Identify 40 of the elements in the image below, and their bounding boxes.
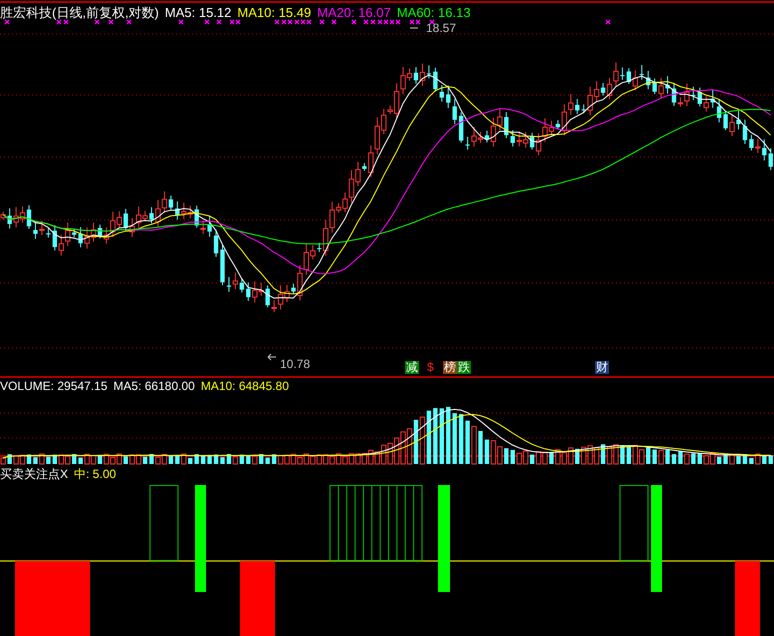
- candlestick: [246, 282, 250, 302]
- low-price-label: 10.78: [280, 357, 310, 371]
- candlestick: [214, 229, 218, 258]
- candlestick: [220, 244, 225, 286]
- candlestick: [433, 67, 438, 92]
- signal-tag: 财: [595, 361, 609, 374]
- candlestick: [646, 70, 650, 90]
- candlestick: [704, 96, 709, 112]
- candlestick: [317, 242, 322, 252]
- volume-legend-label: MA5: 66180.00: [113, 379, 195, 393]
- ma-legend-label: MA60: 16.13: [396, 5, 471, 20]
- low-pointer-arrow: [268, 354, 276, 360]
- candlestick: [640, 64, 644, 80]
- high-price-label: 18.57: [426, 21, 456, 35]
- candlestick: [698, 87, 702, 107]
- ma-legend-label: MA5: 15.12: [164, 5, 232, 20]
- candlestick: [716, 98, 722, 123]
- volume-legend-label: MA10: 64845.80: [200, 379, 289, 393]
- ma-legend-label: MA10: 15.49: [237, 5, 312, 20]
- signal-tag: 跌: [457, 361, 471, 374]
- candlestick: [446, 84, 450, 109]
- candlestick: [510, 130, 515, 147]
- candlestick: [440, 84, 444, 102]
- candlestick: [710, 89, 715, 108]
- candlestick: [768, 148, 773, 170]
- cross-marker-icon: [605, 19, 611, 25]
- candlestick: [575, 98, 580, 114]
- chart-title: 胜宏科技(日线,前复权,对数): [0, 5, 159, 20]
- candlestick: [52, 224, 57, 251]
- candlestick: [742, 119, 748, 144]
- signal-tag: 榜: [443, 361, 457, 374]
- indicator-legend-label: 中: 5.00: [74, 467, 116, 481]
- signal-tag: 减: [405, 361, 419, 374]
- ma-legend-label: MA20: 16.07: [317, 5, 391, 20]
- signal-tag: $: [426, 361, 435, 374]
- indicator-legend-label: 买卖关注点X: [0, 467, 68, 481]
- candlestick: [124, 208, 128, 232]
- candlestick: [458, 112, 464, 144]
- candlestick: [452, 98, 457, 125]
- volume-legend-label: VOLUME: 29547.15: [0, 379, 108, 393]
